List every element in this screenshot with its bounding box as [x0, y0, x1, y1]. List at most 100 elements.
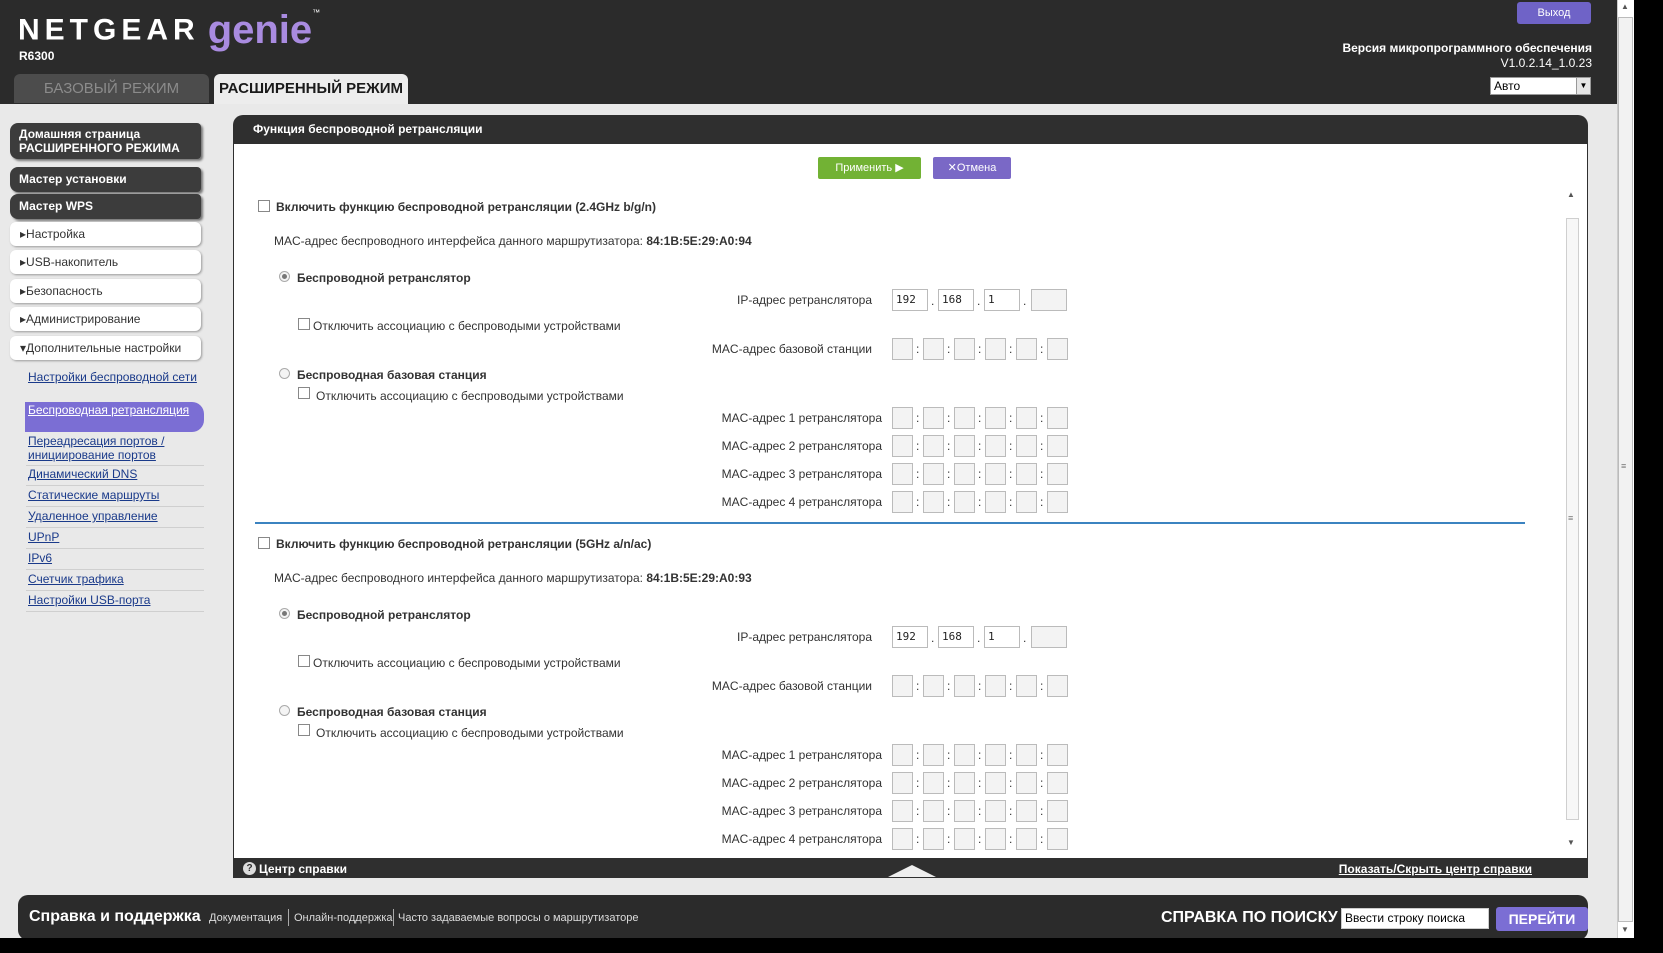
sidebar-subitem-remote-management[interactable]: Удаленное управление: [28, 509, 202, 523]
mac-octet-field[interactable]: [892, 772, 913, 794]
repeater-ip-octet-2[interactable]: 168: [938, 289, 974, 311]
repeater-ip-octet-3[interactable]: 1: [984, 289, 1020, 311]
sidebar-item-usb-storage[interactable]: ▸USB-накопитель: [10, 250, 201, 274]
mac-octet-field[interactable]: [923, 407, 944, 429]
sidebar-item-security[interactable]: ▸Безопасность: [10, 279, 201, 303]
repeater-ip-octet-3[interactable]: 1: [984, 626, 1020, 648]
mac-octet-field[interactable]: [923, 491, 944, 513]
documentation-link[interactable]: Документация: [209, 912, 282, 924]
mac-octet-field[interactable]: [923, 744, 944, 766]
logout-button[interactable]: Выход: [1517, 2, 1591, 24]
sidebar-item-advanced-setup[interactable]: ▾Дополнительные настройки: [10, 336, 201, 360]
mac-octet-field[interactable]: [954, 800, 975, 822]
chevron-down-icon[interactable]: ▼: [1576, 78, 1590, 94]
mac-octet-field[interactable]: [985, 407, 1006, 429]
sidebar-wps-wizard[interactable]: Мастер WPS: [10, 194, 201, 219]
mac-octet-field[interactable]: [1047, 800, 1068, 822]
mac-octet-field[interactable]: [1047, 435, 1068, 457]
sidebar-item-administration[interactable]: ▸Администрирование: [10, 307, 201, 331]
mac-octet-field[interactable]: [954, 744, 975, 766]
mac-octet-field[interactable]: [1047, 407, 1068, 429]
mac-octet-field[interactable]: [985, 435, 1006, 457]
mac-octet-field[interactable]: [1016, 338, 1037, 360]
repeater-ip-octet-1[interactable]: 192: [892, 626, 928, 648]
search-input[interactable]: Ввести строку поиска: [1341, 908, 1489, 929]
wireless-repeater-radio-5ghz[interactable]: [279, 608, 290, 619]
mac-octet-field[interactable]: [1016, 675, 1037, 697]
mac-octet-field[interactable]: [923, 463, 944, 485]
mac-octet-field[interactable]: [1047, 463, 1068, 485]
language-select[interactable]: Авто ▼: [1490, 77, 1591, 95]
mac-octet-field[interactable]: [985, 828, 1006, 850]
sidebar-subitem-wireless-settings[interactable]: Настройки беспроводной сети: [28, 370, 202, 384]
repeater-ip-octet-2[interactable]: 168: [938, 626, 974, 648]
tab-basic-mode[interactable]: БАЗОВЫЙ РЕЖИМ: [14, 74, 209, 103]
mac-octet-field[interactable]: [892, 407, 913, 429]
enable-repeating-24ghz-checkbox[interactable]: [258, 200, 270, 212]
tab-advanced-mode[interactable]: РАСШИРЕННЫЙ РЕЖИМ: [214, 74, 408, 104]
disable-assoc-checkbox[interactable]: [298, 655, 310, 667]
mac-octet-field[interactable]: [892, 828, 913, 850]
mac-octet-field[interactable]: [985, 675, 1006, 697]
go-button[interactable]: ПЕРЕЙТИ: [1496, 907, 1588, 931]
help-center-label[interactable]: Центр справки: [259, 862, 347, 876]
scroll-up-icon[interactable]: ▲: [1621, 2, 1629, 11]
router-faq-link[interactable]: Часто задаваемые вопросы о маршрутизатор…: [398, 912, 639, 924]
mac-octet-field[interactable]: [1016, 772, 1037, 794]
mac-octet-field[interactable]: [923, 435, 944, 457]
mac-octet-field[interactable]: [1047, 491, 1068, 513]
mac-octet-field[interactable]: [985, 744, 1006, 766]
mac-octet-field[interactable]: [1016, 463, 1037, 485]
mac-octet-field[interactable]: [892, 800, 913, 822]
mac-octet-field[interactable]: [892, 675, 913, 697]
mac-octet-field[interactable]: [954, 463, 975, 485]
mac-octet-field[interactable]: [1047, 675, 1068, 697]
mac-octet-field[interactable]: [1016, 435, 1037, 457]
mac-octet-field[interactable]: [985, 463, 1006, 485]
mac-octet-field[interactable]: [923, 772, 944, 794]
sidebar-subitem-static-routes[interactable]: Статические маршруты: [28, 488, 202, 502]
mac-octet-field[interactable]: [892, 744, 913, 766]
wireless-repeater-radio-24ghz[interactable]: [279, 271, 290, 282]
sidebar-subitem-usb-settings[interactable]: Настройки USB-порта: [28, 593, 202, 607]
expand-up-icon[interactable]: [888, 865, 936, 877]
mac-octet-field[interactable]: [954, 675, 975, 697]
apply-button[interactable]: Применить ▶: [818, 157, 921, 179]
mac-octet-field[interactable]: [1016, 744, 1037, 766]
mac-octet-field[interactable]: [985, 772, 1006, 794]
repeater-ip-octet-1[interactable]: 192: [892, 289, 928, 311]
mac-octet-field[interactable]: [985, 338, 1006, 360]
sidebar-subitem-ipv6[interactable]: IPv6: [28, 551, 202, 565]
help-icon[interactable]: ?: [243, 862, 256, 875]
mac-octet-field[interactable]: [985, 491, 1006, 513]
disable-assoc-checkbox[interactable]: [298, 318, 310, 330]
mac-octet-field[interactable]: [1047, 744, 1068, 766]
repeater-ip-octet-4[interactable]: [1031, 626, 1067, 648]
base-disable-assoc-checkbox[interactable]: [298, 387, 310, 399]
wireless-base-station-radio-24ghz[interactable]: [279, 368, 290, 379]
sidebar-setup-wizard[interactable]: Мастер установки: [10, 167, 201, 192]
mac-octet-field[interactable]: [1016, 828, 1037, 850]
scroll-down-icon[interactable]: ▼: [1621, 925, 1629, 934]
scroll-up-icon[interactable]: ▲: [1567, 190, 1575, 199]
mac-octet-field[interactable]: [892, 338, 913, 360]
mac-octet-field[interactable]: [923, 675, 944, 697]
mac-octet-field[interactable]: [1047, 338, 1068, 360]
mac-octet-field[interactable]: [1016, 491, 1037, 513]
mac-octet-field[interactable]: [1047, 772, 1068, 794]
sidebar-subitem-upnp[interactable]: UPnP: [28, 530, 202, 544]
mac-octet-field[interactable]: [954, 772, 975, 794]
sidebar-item-setup[interactable]: ▸Настройка: [10, 222, 201, 246]
mac-octet-field[interactable]: [1047, 828, 1068, 850]
sidebar-advanced-home[interactable]: Домашняя страница РАСШИРЕННОГО РЕЖИМА: [10, 123, 201, 159]
sidebar-subitem-wireless-repeating[interactable]: Беспроводная ретрансляция: [28, 403, 202, 417]
enable-repeating-5ghz-checkbox[interactable]: [258, 537, 270, 549]
mac-octet-field[interactable]: [923, 800, 944, 822]
toggle-help-center-link[interactable]: Показать/Скрыть центр справки: [1339, 862, 1532, 876]
mac-octet-field[interactable]: [1016, 800, 1037, 822]
mac-octet-field[interactable]: [954, 338, 975, 360]
mac-octet-field[interactable]: [954, 491, 975, 513]
sidebar-subitem-dynamic-dns[interactable]: Динамический DNS: [28, 467, 202, 481]
mac-octet-field[interactable]: [923, 338, 944, 360]
online-support-link[interactable]: Онлайн-поддержка: [294, 912, 392, 924]
